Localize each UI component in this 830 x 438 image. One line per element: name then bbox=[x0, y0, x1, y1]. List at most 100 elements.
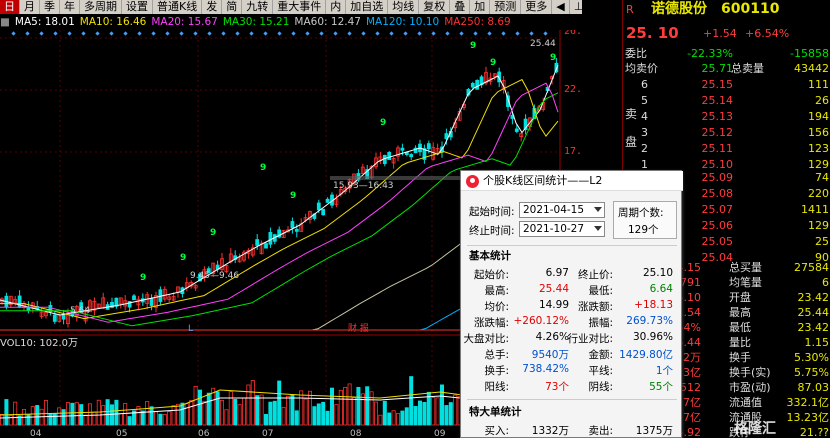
ma-label-3: MA30: 15.21 bbox=[222, 16, 290, 28]
tool-button-7[interactable]: 复权 bbox=[419, 0, 451, 14]
stat-value: 55个 bbox=[649, 381, 673, 393]
big-sell: 卖出: 1375万 bbox=[571, 423, 675, 438]
start-time-select[interactable]: 2021-04-15 bbox=[519, 202, 605, 218]
volume-bar bbox=[391, 410, 396, 426]
volume-bar bbox=[378, 414, 383, 426]
tab-4[interactable]: 多周期 bbox=[80, 0, 122, 14]
volume-bar bbox=[281, 406, 286, 426]
tool-button-4[interactable]: 内 bbox=[326, 0, 347, 14]
tool-button-6[interactable]: 均线 bbox=[388, 0, 420, 14]
buy-volume: 220 bbox=[808, 187, 829, 200]
quote-price-row: 25. 10 +1.54 +6.54% bbox=[623, 26, 830, 41]
volume-label: VOL10: 102.0万 bbox=[0, 338, 78, 349]
stat-value: 9540万 bbox=[531, 349, 569, 361]
quote-title-row: R 诺德股份 600110 bbox=[623, 2, 830, 17]
tab-5[interactable]: 设置 bbox=[122, 0, 153, 14]
stat-value: 738.42% bbox=[522, 363, 569, 375]
tool-button-0[interactable]: 发 bbox=[202, 0, 223, 14]
sell-volume: 26 bbox=[815, 94, 829, 107]
chevron-down-icon bbox=[594, 226, 602, 231]
ma-label-6: MA250: 8.69 bbox=[444, 16, 511, 28]
volume-bar bbox=[312, 406, 317, 426]
annotation-bar bbox=[330, 176, 460, 180]
low-price-label: 5.64 bbox=[70, 306, 90, 316]
month-label-2: 06 bbox=[198, 429, 210, 438]
volume-bar bbox=[184, 403, 189, 426]
sell-price: 25.14 bbox=[701, 94, 734, 107]
stat-0-1: 终止价: 25.10 bbox=[571, 267, 675, 282]
candle-body bbox=[255, 239, 260, 246]
tab-3[interactable]: 年 bbox=[60, 0, 80, 14]
stat-key: 阴线: bbox=[588, 381, 613, 393]
tool-button-3[interactable]: 重大事件 bbox=[273, 0, 327, 14]
interval-stats-dialog[interactable]: 个股K线区间统计——L2 起始时间: 2021-04-15 终止时间: 2021… bbox=[460, 170, 683, 438]
volume-bar bbox=[307, 390, 312, 426]
stat-value: +18.13 bbox=[634, 299, 673, 311]
chevron-down-icon bbox=[594, 207, 602, 212]
end-time-value: 2021-10-27 bbox=[523, 223, 585, 235]
volume-bar bbox=[334, 404, 339, 426]
volume-bar bbox=[149, 406, 154, 426]
tool-button-8[interactable]: 叠 bbox=[450, 0, 471, 14]
candle-body bbox=[316, 202, 321, 211]
volume-bar bbox=[48, 413, 53, 426]
volume-bar bbox=[277, 380, 282, 426]
volume-bar bbox=[88, 403, 93, 426]
nav-left-icon[interactable]: ◀ bbox=[552, 0, 570, 14]
nine-turn-count: 9 bbox=[260, 163, 266, 173]
volume-bar bbox=[325, 410, 330, 426]
stat-key: 涨跌幅: bbox=[473, 317, 509, 329]
period-value: 129个 bbox=[628, 224, 659, 236]
kline-mode-button[interactable]: 普通K线 bbox=[153, 0, 203, 14]
stat-label: 量比 bbox=[729, 336, 751, 349]
stat-label: 流通值 bbox=[729, 396, 762, 409]
volume-bar bbox=[373, 401, 378, 426]
volume-bar bbox=[13, 401, 18, 426]
volume-bar bbox=[259, 394, 264, 426]
volume-bar bbox=[96, 399, 101, 426]
tool-button-1[interactable]: 简 bbox=[222, 0, 243, 14]
volume-bar bbox=[303, 398, 308, 426]
tab-1[interactable]: 月 bbox=[20, 0, 40, 14]
pin-icon[interactable]: ⊥ bbox=[570, 0, 582, 14]
month-label-0: 04 bbox=[30, 429, 42, 438]
tool-button-10[interactable]: 预测 bbox=[490, 0, 522, 14]
end-time-select[interactable]: 2021-10-27 bbox=[519, 221, 605, 237]
symbol-r: R bbox=[626, 3, 634, 16]
stat-value: 1个 bbox=[655, 365, 673, 377]
sell-level-2: 4 25.13 194 bbox=[623, 109, 830, 124]
stat-right: 25.44 bbox=[797, 306, 830, 319]
end-time-label: 终止时间: bbox=[469, 225, 515, 237]
volume-bar bbox=[250, 380, 255, 426]
volume-bar bbox=[66, 402, 71, 426]
sell-level-4: 2 25.11 123 bbox=[623, 141, 830, 156]
price-tick-0: 26.53 bbox=[564, 30, 582, 37]
tool-button-2[interactable]: 九转 bbox=[242, 0, 274, 14]
nine-turn-count: 9 bbox=[550, 53, 556, 63]
volume-bar bbox=[8, 415, 13, 426]
nine-turn-count: 9 bbox=[380, 118, 386, 128]
volume-bar bbox=[237, 404, 242, 426]
candle-body bbox=[132, 295, 136, 301]
volume-bar bbox=[299, 390, 304, 426]
volume-bar bbox=[127, 416, 132, 426]
stat-1-0: 最高: 25.44 bbox=[467, 283, 571, 298]
stat-6-0: 换手: 738.42% bbox=[467, 363, 571, 378]
tool-button-9[interactable]: 加 bbox=[470, 0, 491, 14]
dialog-title-bar[interactable]: 个股K线区间统计——L2 bbox=[461, 171, 683, 191]
sell-price: 25.15 bbox=[701, 78, 734, 91]
tool-button-11[interactable]: 更多 bbox=[521, 0, 553, 14]
stat-label: 最低 bbox=[729, 321, 751, 334]
stat-4-0: 大盘对比: 4.26% bbox=[463, 331, 571, 346]
tab-0[interactable]: 日 bbox=[0, 0, 20, 14]
big-sell-value: 1375万 bbox=[635, 425, 673, 437]
candle-body bbox=[321, 208, 326, 216]
start-time-label: 起始时间: bbox=[469, 206, 515, 218]
candle-body bbox=[61, 314, 66, 320]
tab-2[interactable]: 季 bbox=[40, 0, 60, 14]
avg-sell-row: 均卖价 25.71 总卖量 43442 bbox=[623, 61, 830, 76]
candle-body bbox=[514, 128, 519, 132]
tool-button-5[interactable]: 加自选 bbox=[346, 0, 389, 14]
stat-right: 21.?? bbox=[799, 426, 829, 438]
sell-volume: 123 bbox=[808, 142, 829, 155]
